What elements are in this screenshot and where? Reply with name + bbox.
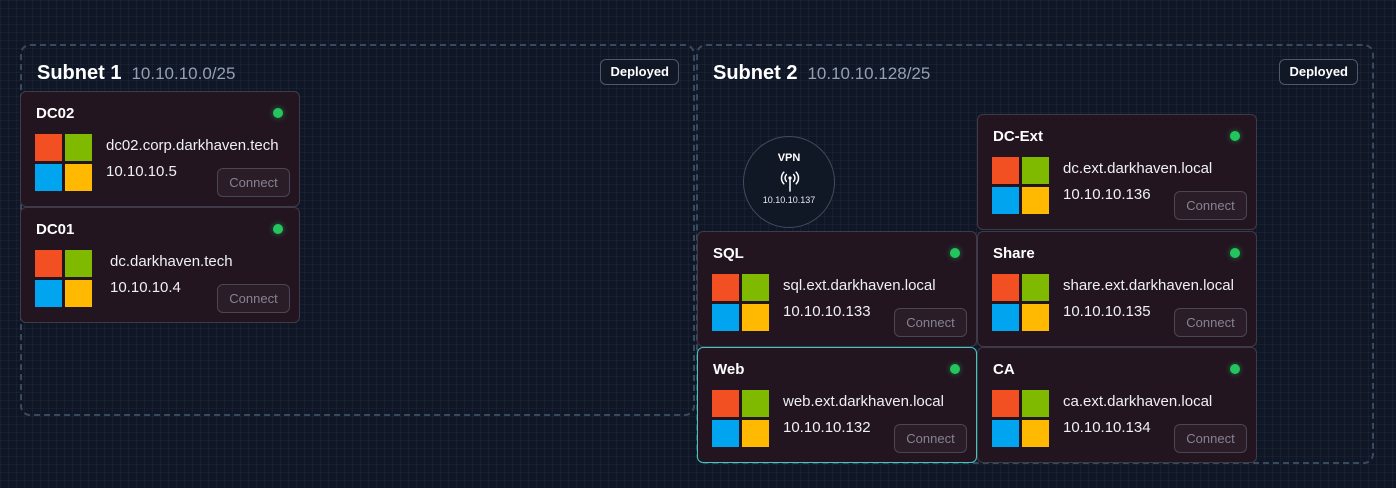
machine-hostname: share.ext.darkhaven.local: [1063, 277, 1234, 294]
machine-name: DC01: [36, 221, 75, 238]
subnet-1-header: Subnet 1 10.10.10.0/25: [37, 62, 235, 85]
machine-name: Web: [713, 361, 745, 378]
online-status-dot: [950, 364, 960, 374]
connect-button-share[interactable]: Connect: [1174, 308, 1247, 337]
machine-ip: 10.10.10.134: [1063, 419, 1151, 436]
connect-button-dc01[interactable]: Connect: [217, 284, 290, 313]
online-status-dot: [1230, 364, 1240, 374]
machine-hostname: web.ext.darkhaven.local: [783, 393, 944, 410]
connect-button-dc-ext[interactable]: Connect: [1174, 191, 1247, 220]
machine-hostname: dc.ext.darkhaven.local: [1063, 160, 1213, 177]
machine-hostname: dc.darkhaven.tech: [110, 253, 233, 270]
windows-icon: [992, 274, 1049, 331]
machine-hostname: dc02.corp.darkhaven.tech: [106, 137, 279, 154]
machine-ip: 10.10.10.136: [1063, 186, 1151, 203]
subnet-2-name: Subnet 2: [713, 62, 798, 84]
connect-button-sql[interactable]: Connect: [894, 308, 967, 337]
machine-card-sql[interactable]: SQL sql.ext.darkhaven.local 10.10.10.133…: [697, 231, 977, 347]
machine-name: Share: [993, 245, 1035, 262]
machine-name: CA: [993, 361, 1015, 378]
windows-icon: [712, 274, 769, 331]
machine-name: DC-Ext: [993, 128, 1044, 145]
machine-hostname: sql.ext.darkhaven.local: [783, 277, 936, 294]
subnet-2-header: Subnet 2 10.10.10.128/25: [713, 62, 930, 85]
connect-button-dc02[interactable]: Connect: [217, 168, 290, 197]
online-status-dot: [273, 224, 283, 234]
machine-card-dc01[interactable]: DC01 dc.darkhaven.tech 10.10.10.4 Connec…: [20, 207, 300, 323]
subnet-1-name: Subnet 1: [37, 62, 122, 84]
machine-card-web[interactable]: Web web.ext.darkhaven.local 10.10.10.132…: [697, 347, 977, 463]
windows-icon: [992, 157, 1049, 214]
machine-ip: 10.10.10.4: [110, 279, 181, 296]
machine-card-dc-ext[interactable]: DC-Ext dc.ext.darkhaven.local 10.10.10.1…: [977, 114, 1257, 230]
connect-button-ca[interactable]: Connect: [1174, 424, 1247, 453]
antenna-icon: [780, 171, 800, 192]
machine-name: DC02: [36, 105, 75, 122]
windows-icon: [35, 250, 92, 307]
windows-icon: [712, 390, 769, 447]
machine-name: SQL: [713, 245, 744, 262]
subnet-1-status-badge: Deployed: [600, 59, 679, 85]
online-status-dot: [273, 108, 283, 118]
subnet-1-cidr: 10.10.10.0/25: [131, 64, 236, 83]
subnet-2-status-badge: Deployed: [1279, 59, 1358, 85]
vpn-label: VPN: [777, 152, 801, 164]
windows-icon: [35, 134, 92, 191]
subnet-2-cidr: 10.10.10.128/25: [807, 64, 931, 83]
machine-ip: 10.10.10.5: [106, 163, 177, 180]
online-status-dot: [950, 248, 960, 258]
machine-ip: 10.10.10.135: [1063, 303, 1151, 320]
machine-card-share[interactable]: Share share.ext.darkhaven.local 10.10.10…: [977, 231, 1257, 347]
windows-icon: [992, 390, 1049, 447]
online-status-dot: [1230, 131, 1240, 141]
machine-hostname: ca.ext.darkhaven.local: [1063, 393, 1213, 410]
connect-button-web[interactable]: Connect: [894, 424, 967, 453]
machine-card-dc02[interactable]: DC02 dc02.corp.darkhaven.tech 10.10.10.5…: [20, 91, 300, 207]
machine-ip: 10.10.10.133: [783, 303, 871, 320]
online-status-dot: [1230, 248, 1240, 258]
machine-ip: 10.10.10.132: [783, 419, 871, 436]
machine-card-ca[interactable]: CA ca.ext.darkhaven.local 10.10.10.134 C…: [977, 347, 1257, 463]
vpn-ip: 10.10.10.137: [762, 195, 816, 205]
vpn-node[interactable]: VPN 10.10.10.137: [743, 136, 835, 228]
